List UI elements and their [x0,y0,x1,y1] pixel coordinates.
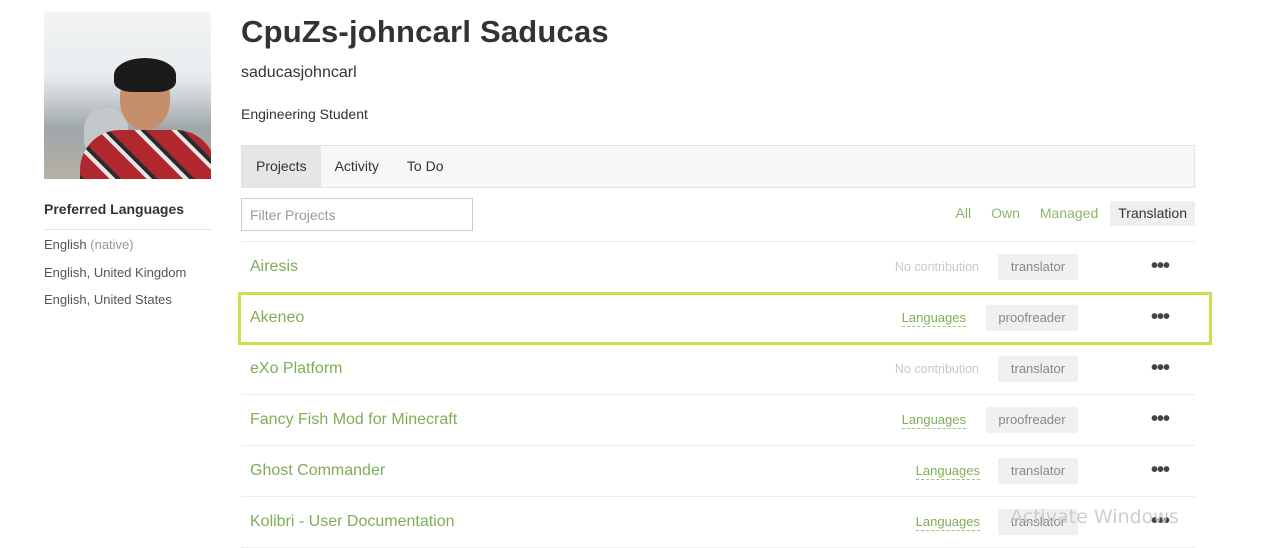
filter-projects-input[interactable] [241,198,473,231]
project-name-link[interactable]: Akeneo [250,293,304,343]
avatar-hair [114,58,176,92]
language-name: English [44,237,87,252]
tab-projects[interactable]: Projects [242,146,321,187]
profile-sidebar: Preferred Languages English (native) Eng… [44,12,212,314]
profile-tabs: Projects Activity To Do [241,145,1195,188]
project-row: Airesis No contribution translator ••• [241,242,1195,293]
avatar-shirt [80,130,211,179]
activate-windows-watermark: Activate Windows [1010,506,1179,528]
project-name-link[interactable]: eXo Platform [250,344,342,394]
more-options-icon[interactable]: ••• [1151,446,1170,494]
language-item: English, United States [44,286,212,314]
project-name-link[interactable]: Fancy Fish Mod for Minecraft [250,395,457,445]
language-name: English, United Kingdom [44,264,187,280]
project-row-highlighted: Akeneo Languages proofreader ••• [238,292,1212,345]
project-list: Airesis No contribution translator ••• A… [238,241,1212,548]
languages-link[interactable]: Languages [901,310,966,327]
role-badge: translator [998,458,1078,484]
filter-translation-button[interactable]: Translation [1110,201,1195,226]
project-filter-buttons: All Own Managed Translation [944,201,1195,226]
filter-own-button[interactable]: Own [983,201,1028,226]
languages-link[interactable]: Languages [915,463,980,480]
profile-full-name: CpuZs-johncarl Saducas [241,14,609,49]
language-note: (native) [90,237,134,252]
filter-all-button[interactable]: All [948,201,980,226]
filter-managed-button[interactable]: Managed [1032,201,1106,226]
profile-username: saducasjohncarl [241,64,357,81]
language-item: English (native) [44,231,212,259]
no-contribution-label: No contribution [894,260,979,274]
avatar [44,12,211,179]
project-name-link[interactable]: Ghost Commander [250,446,385,496]
role-badge: translator [998,356,1078,382]
project-row: Fancy Fish Mod for Minecraft Languages p… [241,395,1195,446]
role-badge: proofreader [986,305,1078,331]
more-options-icon[interactable]: ••• [1151,293,1170,341]
preferred-languages-title: Preferred Languages [44,201,212,230]
languages-link[interactable]: Languages [901,412,966,429]
language-name: English, United States [44,292,172,307]
more-options-icon[interactable]: ••• [1151,395,1170,443]
profile-bio: Engineering Student [241,106,368,122]
more-options-icon[interactable]: ••• [1151,242,1170,290]
more-options-icon[interactable]: ••• [1151,344,1170,392]
project-name-link[interactable]: Kolibri - User Documentation [250,497,455,547]
project-row: eXo Platform No contribution translator … [241,344,1195,395]
language-list: English (native) English, United Kingdom… [44,231,212,314]
no-contribution-label: No contribution [894,362,979,376]
language-item: English, United Kingdom [44,259,212,287]
role-badge: proofreader [986,407,1078,433]
project-row: Ghost Commander Languages translator ••• [241,446,1195,497]
languages-link[interactable]: Languages [915,514,980,531]
role-badge: translator [998,254,1078,280]
project-name-link[interactable]: Airesis [250,242,298,292]
tab-activity[interactable]: Activity [321,146,393,187]
tab-todo[interactable]: To Do [393,146,458,187]
